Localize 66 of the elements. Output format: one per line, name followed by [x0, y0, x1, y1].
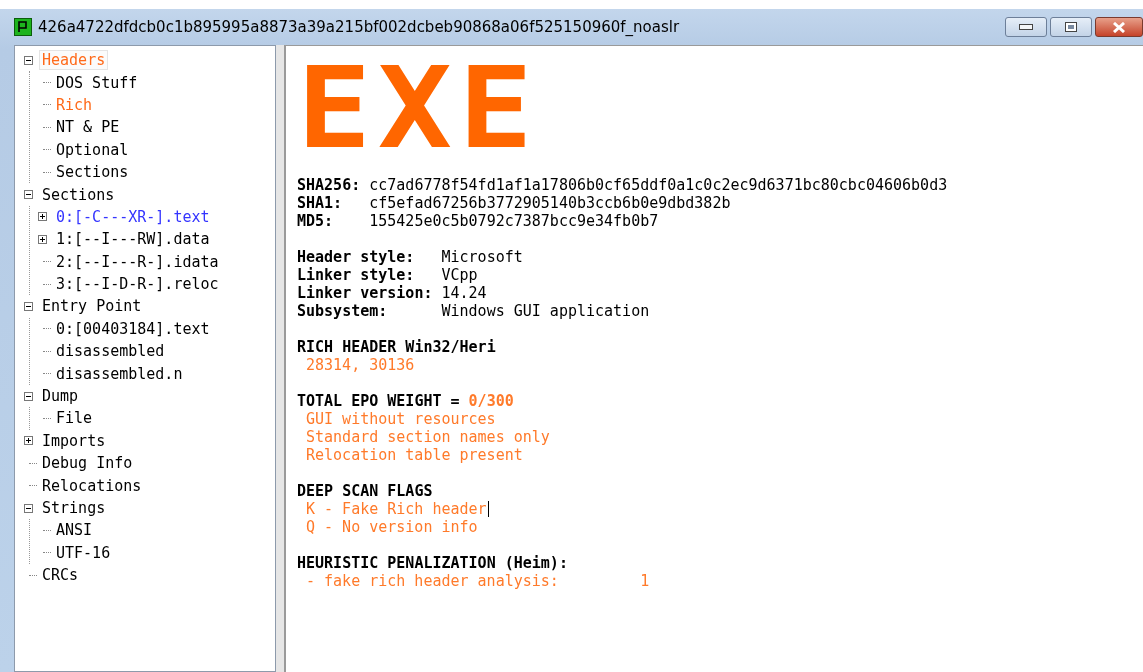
tree-item[interactable]: 0:[-C---XR-].text	[53, 206, 213, 227]
field-label: SHA1:	[297, 194, 344, 212]
field-label: Header style:	[297, 248, 416, 266]
exe-logo: EXE	[297, 52, 540, 162]
expand-icon[interactable]	[38, 212, 47, 222]
collapse-icon[interactable]	[24, 503, 33, 513]
collapse-icon[interactable]	[24, 391, 33, 401]
collapse-icon[interactable]	[24, 55, 33, 65]
field-value: Windows GUI application	[441, 302, 650, 320]
tree-item[interactable]: Strings	[39, 498, 109, 518]
tree-item[interactable]: disassembled	[53, 341, 168, 362]
field-label: Subsystem:	[297, 302, 389, 320]
field-value: Microsoft	[441, 248, 523, 266]
field-value: 14.24	[441, 284, 487, 302]
hash-value: cc7ad6778f54fd1af1a17806b0cf65ddf0a1c0c2ec9d6371bc80cbc04606b0d3	[369, 176, 948, 194]
tree-item[interactable]: File	[53, 408, 96, 429]
collapse-icon[interactable]	[24, 190, 33, 200]
maximize-icon	[1065, 22, 1077, 32]
section-heading: RICH HEADER Win32/Heri	[297, 338, 496, 356]
app-icon	[14, 18, 32, 36]
field-label: MD5:	[297, 212, 335, 230]
close-button[interactable]	[1095, 17, 1143, 37]
tree-item[interactable]: Imports	[39, 430, 109, 451]
report-line: 28314, 30136	[306, 356, 415, 374]
tree-item[interactable]: Sections	[39, 184, 118, 205]
report-line: K - Fake Rich header	[306, 500, 487, 518]
tree-item[interactable]: Relocations	[39, 475, 145, 496]
minimize-button[interactable]	[1005, 17, 1047, 37]
tree-item[interactable]: DOS Stuff	[53, 72, 141, 93]
field-label: Linker style:	[297, 266, 416, 284]
section-heading: HEURISTIC PENALIZATION (Heim):	[297, 554, 568, 572]
tree-item[interactable]: ANSI	[53, 520, 96, 541]
field-value: VCpp	[441, 266, 478, 284]
tree-item[interactable]: 3:[--I-D-R-].reloc	[53, 274, 222, 295]
tree-item[interactable]: UTF-16	[53, 542, 114, 563]
weight-value: 0/300	[468, 392, 514, 410]
hash-value: cf5efad67256b3772905140b3ccb6b0e9dbd382b	[369, 194, 731, 212]
expand-icon[interactable]	[24, 436, 33, 446]
tree-item[interactable]: NT & PE	[53, 117, 123, 138]
report-line: Q - No version info	[306, 518, 478, 536]
tree-item[interactable]: disassembled.n	[53, 363, 186, 384]
report-line: Standard section names only	[306, 428, 550, 446]
tree-item[interactable]: 1:[--I---RW].data	[53, 229, 213, 250]
collapse-icon[interactable]	[24, 302, 33, 311]
tree-item[interactable]: Debug Info	[39, 453, 136, 474]
close-icon	[1112, 21, 1126, 33]
tree-item[interactable]: Optional	[53, 139, 132, 160]
tree-item[interactable]: CRCs	[39, 565, 82, 586]
maximize-button[interactable]	[1050, 17, 1092, 37]
window-title: 426a4722dfdcb0c1b895995a8873a39a215bf002dcbeb90868a06f525150960f_noaslr	[38, 18, 680, 36]
tree-item[interactable]: Dump	[39, 386, 82, 407]
tree-item[interactable]: 0:[00403184].text	[53, 318, 213, 339]
section-heading: DEEP SCAN FLAGS	[297, 482, 433, 500]
expand-icon[interactable]	[38, 234, 47, 244]
field-label: SHA256:	[297, 176, 362, 194]
penalty-value: 1	[640, 572, 650, 590]
report-line: GUI without resources	[306, 410, 496, 428]
report-line: Relocation table present	[306, 446, 523, 464]
report-line: - fake rich header analysis:	[306, 572, 559, 590]
tree-item[interactable]: Sections	[53, 162, 132, 183]
tree-item[interactable]: 2:[--I---R-].idata	[53, 251, 222, 272]
hash-value: 155425e0c5b0792c7387bcc9e34fb0b7	[369, 212, 659, 230]
section-heading: TOTAL EPO WEIGHT =	[297, 392, 460, 410]
tree-item[interactable]: Entry Point	[39, 296, 145, 317]
minimize-icon	[1019, 24, 1033, 30]
field-label: Linker version:	[297, 284, 434, 302]
